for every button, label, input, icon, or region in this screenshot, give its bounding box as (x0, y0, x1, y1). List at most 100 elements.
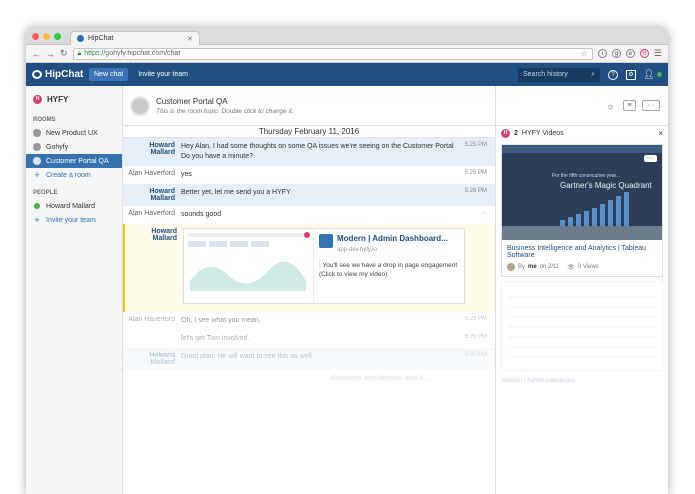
video-card[interactable]: For the fifth consecutive year... Gartne… (501, 144, 663, 277)
message-row: Business Intelligence and A... (123, 370, 495, 388)
list-view-icon[interactable]: ≡ (623, 100, 636, 111)
browser-tab[interactable]: HipChat ✕ (70, 31, 200, 45)
message-text: sounds good (181, 211, 222, 218)
message-row: Howard Mallard Better yet, let me send y… (123, 184, 495, 206)
message-sender[interactable]: Howard Mallard (123, 142, 181, 156)
message-row: Howard Mallard Good plan. He will want t… (123, 348, 495, 370)
video-card[interactable]: Modern | Admin Dashboard... app-dev.hyfy… (183, 228, 465, 304)
close-window-icon[interactable] (32, 33, 39, 40)
sidebar-item-customer-portal-qa[interactable]: Customer Portal QA (26, 154, 122, 168)
menu-icon[interactable]: ☰ (654, 48, 662, 59)
logo-text: HipChat (45, 69, 84, 80)
url-scheme: https:// (84, 50, 106, 57)
panel-title: HYFY Videos (521, 129, 564, 137)
message-row: let's get Tom involved. 5:25 PM (123, 330, 495, 348)
close-icon[interactable]: × (658, 129, 663, 138)
invite-team-sidebar-link[interactable]: + Invite your team (26, 213, 122, 227)
message-text: let's get Tom involved. (181, 335, 250, 342)
close-tab-icon[interactable]: ✕ (187, 35, 193, 43)
message-sender[interactable]: Howard Mallard (123, 188, 181, 202)
message-sender[interactable]: Alan Haverford (123, 170, 181, 177)
search-history-input[interactable]: Search history ⌕ (518, 67, 600, 82)
thumb-nav (502, 145, 662, 153)
video-more-button[interactable]: ··· (644, 155, 657, 162)
room-avatar (130, 95, 150, 116)
invite-team-link[interactable]: Invite your team (138, 71, 188, 78)
tab-title: HipChat (88, 35, 114, 42)
team-header[interactable]: H HYFY (26, 89, 122, 109)
video-card[interactable] (501, 281, 663, 371)
bookmark-star-icon[interactable]: ☆ (581, 49, 588, 58)
message-sender[interactable]: Alan Haverford (123, 316, 181, 323)
room-topic[interactable]: This is the room topic. Double click to … (156, 108, 294, 115)
message-time: 5:25 PM (464, 352, 487, 358)
message-sender[interactable]: Howard Mallard (125, 228, 183, 242)
url-host: gohyfy.hipchat.com (105, 50, 166, 57)
plus-icon: + (34, 170, 40, 180)
message-time: 5:25 PM (464, 142, 487, 148)
new-chat-button[interactable]: New chat (89, 68, 129, 81)
forward-icon[interactable]: → (46, 49, 55, 59)
message-time: 5:25 PM (464, 316, 487, 322)
browser-window: HipChat ✕ ← → ↻ 🔒︎ https://gohyfy.hipcha… (26, 28, 668, 494)
right-panel: ☼ ≡ ··· H 2 HYFY Videos × For the fifth … (495, 86, 668, 494)
info-extension-icon[interactable]: i (597, 49, 607, 58)
thumb-strip (502, 226, 662, 240)
sidebar-item-label: Gohyfy (46, 143, 69, 151)
message-line: Do you have a minute? (181, 153, 253, 160)
reload-icon[interactable]: ↻ (60, 48, 68, 59)
theme-sun-icon[interactable]: ☼ (604, 100, 617, 111)
maximize-window-icon[interactable] (54, 33, 61, 40)
rooms-section-label: ROOMS (33, 117, 56, 123)
search-placeholder: Search history (523, 71, 568, 78)
online-status-icon (657, 72, 662, 77)
thumb-columns (560, 192, 629, 226)
panel-header: H 2 HYFY Videos × (496, 126, 668, 140)
settings-icon[interactable]: ⚙ (626, 69, 636, 80)
message-row: Alan Haverford Oh, I see what you mean. … (123, 312, 495, 330)
video-caption: Business Intelligence and Analytics | Ta… (502, 240, 662, 276)
video-thumbnail[interactable]: For the fifth consecutive year... Gartne… (502, 145, 662, 240)
video-message-row: Howard Mallard Modern | Admin Dashboard.… (123, 224, 495, 312)
sidebar-item-new-product-ux[interactable]: New Product UX (26, 126, 122, 140)
plus-icon: + (34, 215, 40, 225)
sidebar-item-gohyfy[interactable]: Gohyfy (26, 140, 122, 154)
ghostery-extension-icon[interactable]: g (611, 49, 621, 58)
help-icon[interactable]: ? (608, 69, 618, 80)
more-options-button[interactable]: ··· (642, 100, 660, 111)
sidebar-item-label: Howard Mallard (46, 202, 96, 210)
message-row: Howard Mallard Hey Alan, I had some thou… (123, 138, 495, 166)
date-divider: Thursday February 11, 2016 (123, 126, 495, 138)
message-text: Better yet, let me send you a HYFY (181, 189, 291, 196)
avatar (507, 263, 515, 271)
video-title[interactable]: Modern | Admin Dashboard... (319, 234, 459, 244)
minimize-window-icon[interactable] (43, 33, 50, 40)
evernote-extension-icon[interactable]: e (625, 49, 635, 58)
message-sender[interactable]: Alan Haverford (123, 210, 181, 217)
video-url: app-dev.hyfy.io (337, 247, 377, 253)
message-sender[interactable]: Howard Mallard (123, 352, 181, 366)
back-icon[interactable]: ← (32, 49, 41, 59)
address-bar[interactable]: 🔒︎ https://gohyfy.hipchat.com/chat ☆ (72, 47, 593, 60)
chat-area: Customer Portal QA This is the room topi… (123, 86, 495, 494)
room-icon (33, 143, 41, 151)
video-title[interactable]: Business Intelligence and Analytics | Ta… (507, 245, 657, 259)
tab-bar: HipChat ✕ (26, 28, 668, 45)
sidebar: H HYFY ROOMS New Product UX Gohyfy Custo… (26, 86, 123, 494)
create-room-link[interactable]: + Create a room (26, 168, 122, 182)
video-thumbnail[interactable] (184, 229, 314, 303)
video-title[interactable]: Business Intelligence and A... (181, 374, 495, 384)
people-section-label: PEOPLE (33, 190, 58, 196)
sidebar-item-label: Customer Portal QA (46, 157, 109, 165)
user-icon[interactable]: 👤︎ (643, 69, 654, 80)
thumb-row (188, 233, 309, 237)
thumb-caption: For the fifth consecutive year... (552, 173, 621, 179)
video-thumbnail[interactable] (508, 288, 656, 358)
hipchat-logo: HipChat (32, 69, 87, 80)
video-views: 0 Views (577, 264, 599, 270)
message-text: Good plan. He will want to see this as w… (181, 353, 314, 360)
sidebar-item-howard-mallard[interactable]: Howard Mallard (26, 199, 122, 213)
message-more-icon[interactable]: ··· (457, 210, 495, 216)
hyfy-extension-icon[interactable]: H (639, 49, 649, 58)
video-caption: Modern | Admin Dashboard (502, 378, 575, 384)
